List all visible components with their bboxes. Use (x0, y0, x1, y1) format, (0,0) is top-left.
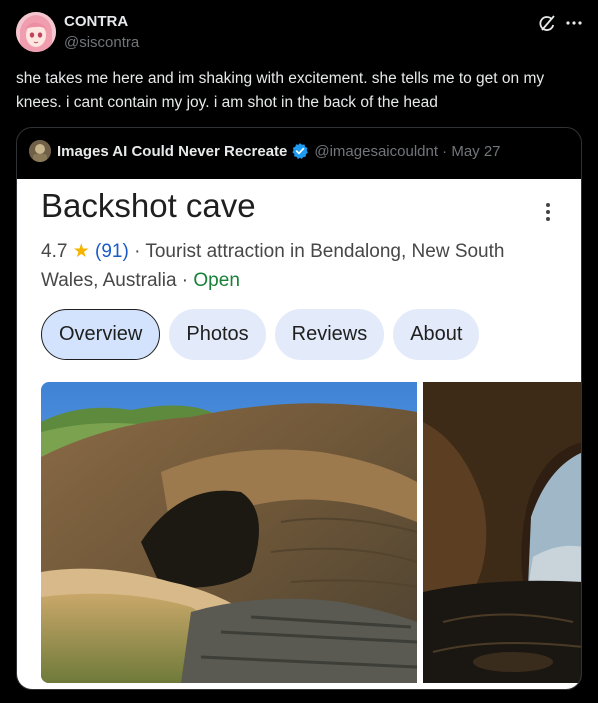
quoted-author-name[interactable]: Images AI Could Never Recreate (57, 143, 287, 160)
quoted-author-handle-date[interactable]: @imagesaicouldnt · May 27 (314, 143, 500, 160)
place-info: 4.7 ★ (91) · Tourist attraction in Benda… (41, 237, 561, 295)
author-avatar[interactable] (16, 12, 56, 52)
author-handle[interactable]: @siscontra (64, 34, 139, 51)
tab-about: About (393, 309, 480, 360)
category-text: · Tourist attraction in Bendalong, New S… (128, 241, 505, 262)
verified-badge-icon (291, 142, 309, 160)
tab-chips: Overview Photos Reviews About (41, 309, 480, 360)
place-title: Backshot cave (41, 187, 256, 224)
tab-reviews: Reviews (274, 309, 385, 360)
tab-photos: Photos (169, 309, 266, 360)
quoted-author-avatar[interactable] (29, 140, 51, 162)
post-text: she takes me here and im shaking with ex… (16, 70, 545, 111)
author-name[interactable]: CONTRA (64, 13, 128, 30)
kebab-menu-icon (537, 201, 559, 223)
grok-icon[interactable] (537, 13, 557, 33)
open-status: Open (193, 270, 240, 291)
quoted-post-header: Images AI Could Never Recreate @imagesai… (29, 139, 501, 163)
cave-photo-secondary (423, 382, 581, 683)
more-icon[interactable] (565, 13, 583, 33)
tweet: CONTRA @siscontra she takes me here and … (0, 0, 598, 703)
review-count: (91) (95, 241, 129, 262)
tab-overview: Overview (41, 309, 161, 360)
location-text: Wales, Australia · (41, 270, 194, 291)
rating-value: 4.7 (41, 241, 68, 262)
star-icon: ★ (72, 241, 90, 262)
quoted-post[interactable]: Images AI Could Never Recreate @imagesai… (16, 127, 582, 690)
maps-screenshot: Backshot cave 4.7 ★ (91) · Tourist attra… (17, 179, 581, 689)
cave-photo-main (41, 382, 417, 683)
